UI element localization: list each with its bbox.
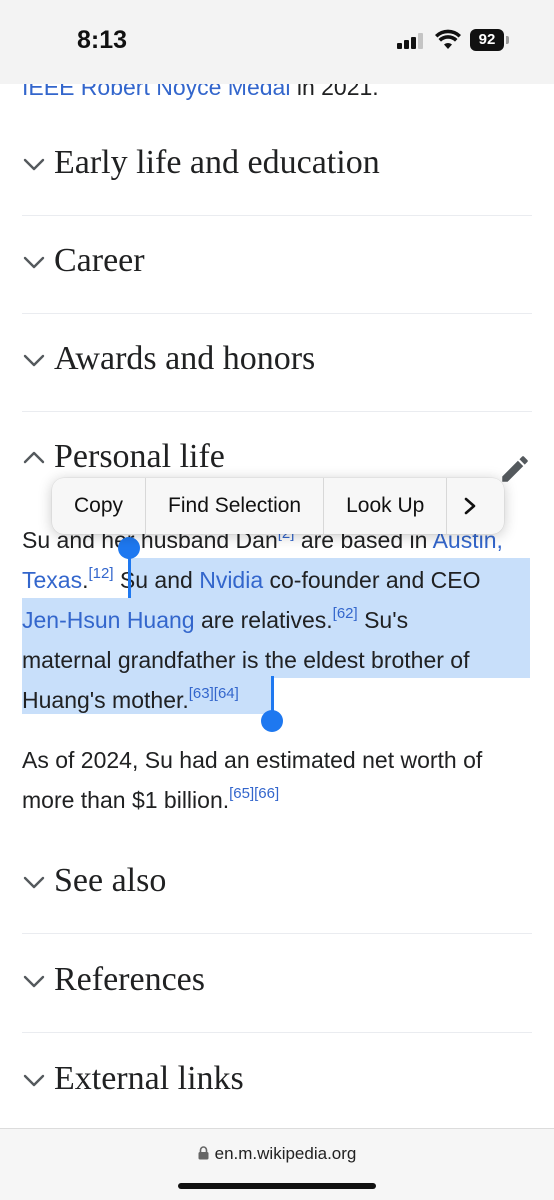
browser-address-bar[interactable]: en.m.wikipedia.org <box>0 1128 554 1200</box>
pencil-edit-icon[interactable] <box>498 452 532 486</box>
more-options-button[interactable] <box>447 478 493 534</box>
chevron-down-icon <box>23 354 45 367</box>
section-title: See also <box>54 862 167 899</box>
paragraph-line: Huang's mother.[63][64] <box>22 685 239 713</box>
battery-level: 92 <box>470 29 504 51</box>
chevron-down-icon <box>23 158 45 171</box>
section-early-life[interactable]: Early life and education <box>22 118 532 216</box>
section-see-also[interactable]: See also <box>22 836 532 934</box>
chevron-right-icon <box>465 497 476 515</box>
reference-link[interactable]: [62] <box>333 605 358 622</box>
wifi-icon <box>435 29 461 49</box>
lock-icon <box>198 1146 209 1160</box>
section-title: Awards and honors <box>54 340 316 377</box>
section-career[interactable]: Career <box>22 216 532 314</box>
section-title: References <box>54 961 206 998</box>
section-references[interactable]: References <box>22 935 532 1033</box>
status-bar: 8:13 92 <box>0 0 554 84</box>
url-text: en.m.wikipedia.org <box>214 1144 357 1163</box>
paragraph-line: Jen-Hsun Huang are relatives.[62] Su's <box>22 605 409 633</box>
status-time: 8:13 <box>77 26 128 54</box>
chevron-down-icon <box>23 975 45 988</box>
home-indicator[interactable] <box>178 1183 376 1189</box>
paragraph-line: As of 2024, Su had an estimated net wort… <box>22 747 483 773</box>
copy-button[interactable]: Copy <box>52 478 147 534</box>
jen-hsun-huang-link[interactable]: Jen-Hsun Huang <box>22 607 195 633</box>
look-up-button[interactable]: Look Up <box>324 478 448 534</box>
chevron-down-icon <box>23 256 45 269</box>
paragraph-line: more than $1 billion.[65][66] <box>22 785 280 813</box>
reference-link[interactable]: [65][66] <box>229 785 279 802</box>
selection-end-handle[interactable] <box>261 710 283 732</box>
chevron-up-icon <box>23 451 45 464</box>
section-title: Personal life <box>54 438 225 475</box>
section-awards[interactable]: Awards and honors <box>22 314 532 412</box>
text-selection-menu: Copy Find Selection Look Up <box>52 478 504 534</box>
selection-start-caret <box>128 548 131 598</box>
texas-link[interactable]: Texas <box>22 567 82 593</box>
reference-link[interactable]: [63][64] <box>189 685 239 702</box>
chevron-down-icon <box>23 1074 45 1087</box>
chevron-down-icon <box>23 876 45 889</box>
section-title: External links <box>54 1060 244 1097</box>
url-display[interactable]: en.m.wikipedia.org <box>0 1144 554 1164</box>
paragraph-line: maternal grandfather is the eldest broth… <box>22 647 470 673</box>
reference-link[interactable]: [12] <box>88 565 113 582</box>
find-selection-button[interactable]: Find Selection <box>146 478 325 534</box>
section-title: Career <box>54 242 145 279</box>
battery-icon: 92 <box>470 29 509 51</box>
nvidia-link[interactable]: Nvidia <box>199 567 263 593</box>
cellular-signal-icon <box>397 33 427 49</box>
section-title: Early life and education <box>54 144 380 181</box>
paragraph-line: Texas.[12] Su and Nvidia co-founder and … <box>22 565 481 593</box>
section-external-links[interactable]: External links <box>22 1034 532 1132</box>
